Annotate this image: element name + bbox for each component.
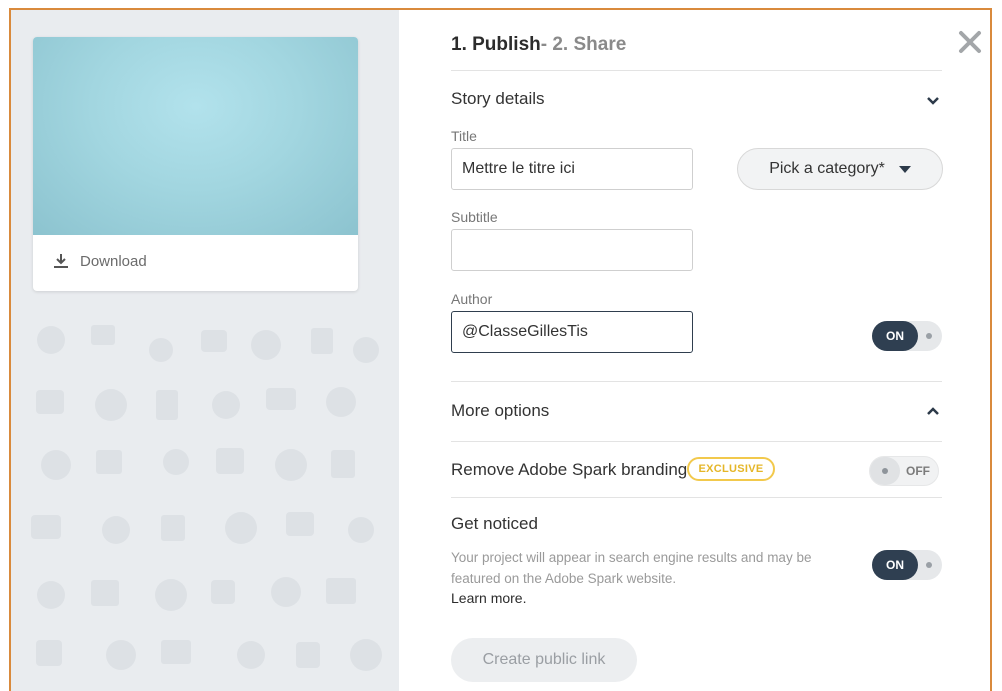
get-noticed-toggle[interactable]: ON (872, 550, 942, 580)
step-publish[interactable]: 1. Publish (451, 34, 541, 55)
more-options-title[interactable]: More options (451, 401, 549, 421)
title-input[interactable] (451, 148, 693, 190)
subtitle-label: Subtitle (451, 209, 498, 225)
exclusive-badge: EXCLUSIVE (687, 457, 775, 481)
divider (451, 70, 942, 71)
close-icon[interactable] (956, 28, 984, 56)
preview-card: Download (33, 37, 358, 291)
story-thumbnail (33, 37, 358, 235)
branding-label: Remove Adobe Spark branding (451, 460, 688, 479)
chevron-down-icon[interactable] (926, 96, 940, 106)
download-icon (54, 254, 68, 268)
settings-panel: 1. Publish- 2. Share Story details Title… (399, 10, 990, 691)
chevron-up-icon[interactable] (926, 406, 940, 416)
divider (451, 381, 942, 382)
author-toggle[interactable]: ON (872, 321, 942, 351)
toggle-knob (870, 457, 900, 485)
divider (451, 497, 942, 498)
category-label: Pick a category* (769, 160, 885, 177)
preview-panel: Download (11, 10, 399, 691)
category-dropdown[interactable]: Pick a category* (737, 148, 943, 190)
learn-more-link[interactable]: Learn more. (451, 590, 526, 606)
get-noticed-toggle-label: ON (872, 550, 918, 580)
branding-toggle-label: OFF (906, 464, 930, 478)
download-label: Download (80, 252, 147, 270)
create-public-link-button[interactable]: Create public link (451, 638, 637, 682)
author-toggle-label: ON (872, 321, 918, 351)
story-details-title[interactable]: Story details (451, 89, 545, 109)
toggle-dot (926, 562, 932, 568)
title-label: Title (451, 128, 477, 144)
download-button[interactable]: Download (52, 252, 147, 270)
author-input[interactable] (451, 311, 693, 353)
subtitle-input[interactable] (451, 229, 693, 271)
branding-toggle[interactable]: OFF (869, 456, 939, 486)
toggle-dot (926, 333, 932, 339)
get-noticed-description: Your project will appear in search engin… (451, 550, 812, 586)
divider (451, 441, 942, 442)
step-indicator: 1. Publish- 2. Share (451, 34, 626, 56)
author-label: Author (451, 291, 493, 307)
publish-dialog: Download 1. Publish- 2. Share Story deta… (9, 8, 992, 691)
step-share[interactable]: - 2. Share (541, 34, 627, 55)
get-noticed-label: Get noticed (451, 514, 538, 533)
dropdown-arrow-icon (898, 165, 911, 173)
